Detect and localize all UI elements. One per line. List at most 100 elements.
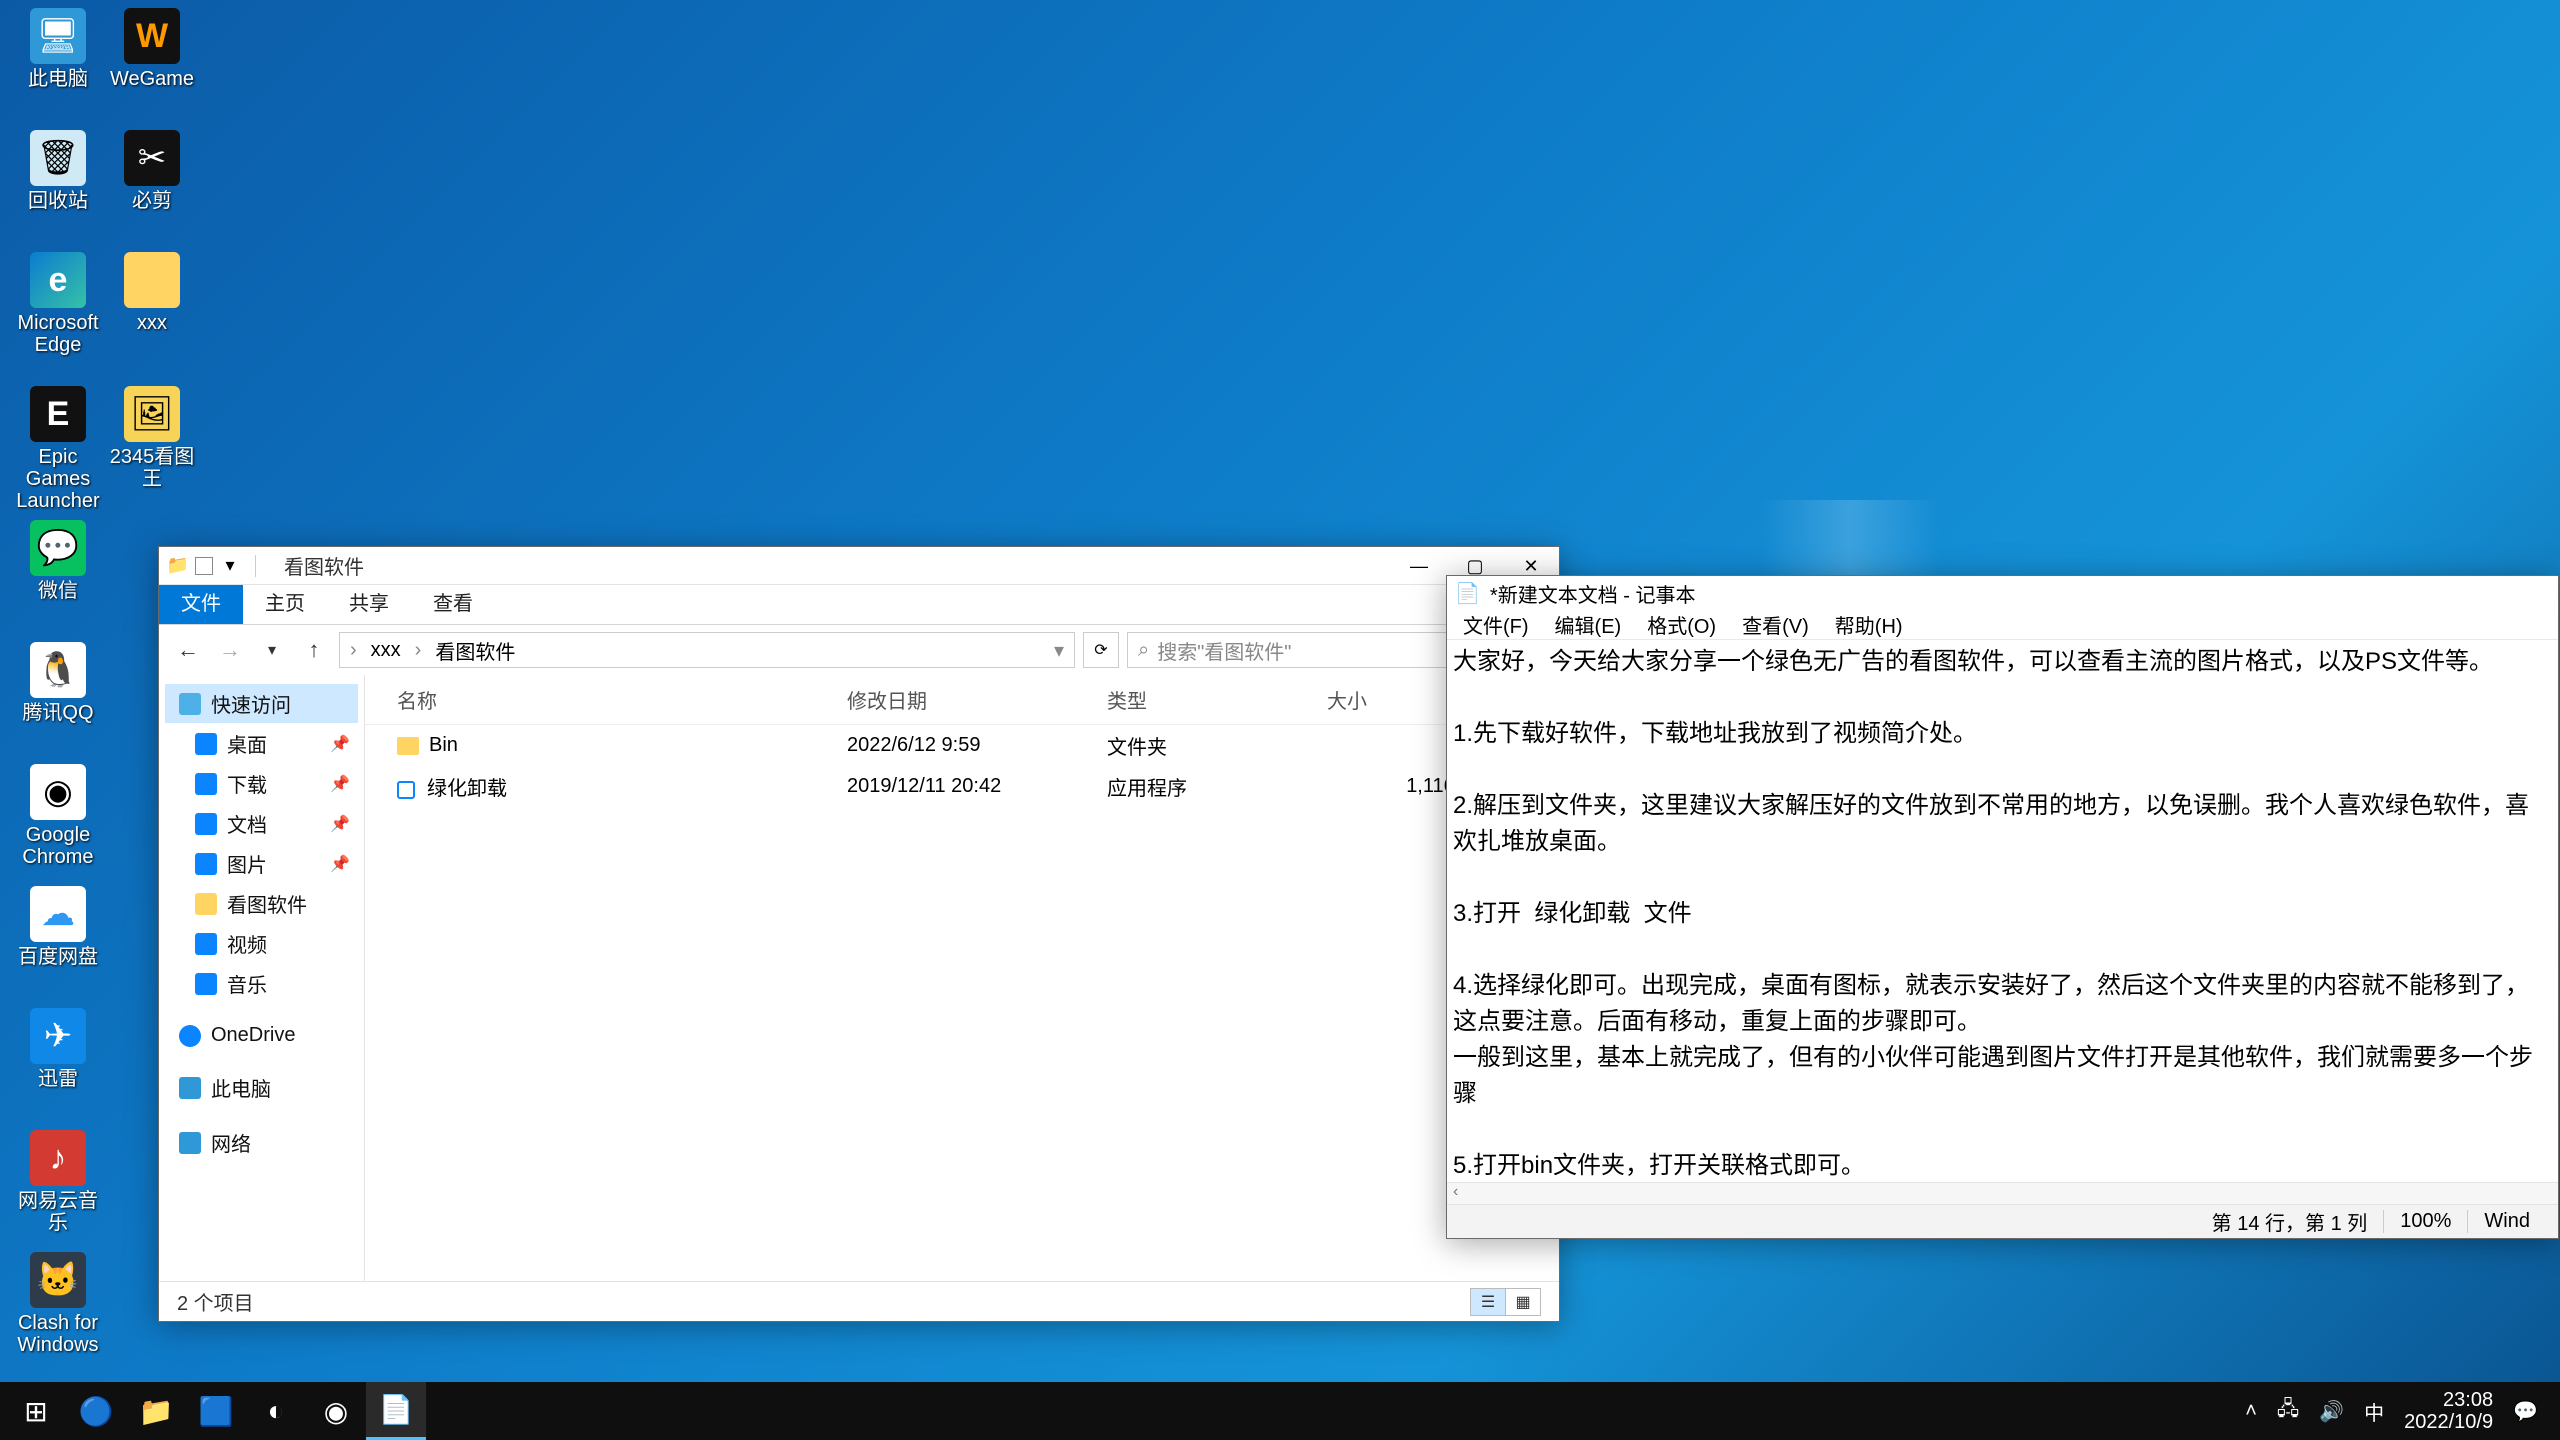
- desktop-icon-2345[interactable]: 🖼2345看图王: [108, 386, 196, 490]
- desktop-icon-epic[interactable]: EEpic Games Launcher: [14, 386, 102, 512]
- nav-folder-current[interactable]: 看图软件: [165, 884, 358, 923]
- desktop-icon-bijian[interactable]: ✂必剪: [108, 130, 196, 212]
- breadcrumb[interactable]: › xxx › 看图软件 ▾: [339, 632, 1075, 668]
- desktop-icon-qq[interactable]: 🐧腾讯QQ: [14, 642, 102, 724]
- pin-icon: 📌: [330, 774, 350, 794]
- desktop-icon-this-pc[interactable]: 🖥此电脑: [14, 8, 102, 90]
- nav-pictures[interactable]: 图片📌: [165, 844, 358, 883]
- notepad-window: 📄 *新建文本文档 - 记事本 文件(F) 编辑(E) 格式(O) 查看(V) …: [1446, 575, 2559, 1239]
- desktop-icon-netease[interactable]: ♪网易云音乐: [14, 1130, 102, 1234]
- breadcrumb-seg[interactable]: xxx: [367, 639, 405, 662]
- desktop-icon-recycle[interactable]: 🗑回收站: [14, 130, 102, 212]
- col-name[interactable]: 名称: [397, 685, 847, 714]
- nav-label: 快速访问: [211, 689, 291, 718]
- desktop-icon-baidu[interactable]: ☁ 百度网盘: [14, 886, 102, 968]
- taskbar-explorer[interactable]: 📁: [126, 1382, 186, 1440]
- tab-home[interactable]: 主页: [243, 579, 327, 624]
- cloud-icon: ☁: [30, 886, 86, 942]
- icon-label: Epic Games Launcher: [14, 446, 102, 512]
- taskbar-chrome[interactable]: ◉: [306, 1382, 366, 1440]
- download-icon: [195, 773, 217, 795]
- menu-help[interactable]: 帮助(H): [1823, 608, 1915, 641]
- forward-button[interactable]: →: [213, 633, 247, 667]
- menu-edit[interactable]: 编辑(E): [1543, 608, 1634, 641]
- clock[interactable]: 23:08 2022/10/9: [2404, 1389, 2493, 1433]
- desktop-icon-edge[interactable]: eMicrosoft Edge: [14, 252, 102, 356]
- up-button[interactable]: ↑: [297, 633, 331, 667]
- icon-label: 回收站: [14, 190, 102, 212]
- status-bar: 2 个项目 ☰ ▦: [159, 1281, 1559, 1321]
- tray-chevron-icon[interactable]: ˄: [2245, 1400, 2257, 1423]
- taskbar-feishu[interactable]: 🟦: [186, 1382, 246, 1440]
- desktop-icon-wegame[interactable]: WWeGame: [108, 8, 196, 90]
- col-date[interactable]: 修改日期: [847, 685, 1107, 714]
- refresh-button[interactable]: ⟳: [1083, 632, 1119, 668]
- tray-network-icon[interactable]: 🖧: [2277, 1394, 2299, 1428]
- taskbar-steam[interactable]: ◐: [246, 1382, 306, 1440]
- window-title: *新建文本文档 - 记事本: [1490, 579, 1696, 608]
- back-button[interactable]: ←: [171, 633, 205, 667]
- menu-view[interactable]: 查看(V): [1730, 608, 1821, 641]
- nav-label: 视频: [227, 929, 267, 958]
- history-dropdown[interactable]: ▾: [255, 633, 289, 667]
- star-icon: [179, 693, 201, 715]
- nav-quick-access[interactable]: 快速访问: [165, 684, 358, 723]
- nav-desktop[interactable]: 桌面 📌: [165, 724, 358, 763]
- nav-label: 网络: [211, 1128, 251, 1157]
- text-area[interactable]: 大家好，今天给大家分享一个绿色无广告的看图软件，可以查看主流的图片格式，以及PS…: [1447, 640, 2558, 1182]
- icon-label: 百度网盘: [14, 946, 102, 968]
- horizontal-scrollbar[interactable]: ‹: [1447, 1182, 2558, 1204]
- tab-view[interactable]: 查看: [411, 579, 495, 624]
- notification-icon[interactable]: 💬: [2513, 1399, 2538, 1424]
- view-tiles-button[interactable]: ▦: [1505, 1288, 1541, 1316]
- menu-format[interactable]: 格式(O): [1635, 608, 1728, 641]
- tab-file[interactable]: 文件: [159, 579, 243, 624]
- notepad-titlebar[interactable]: 📄 *新建文本文档 - 记事本: [1447, 576, 2558, 610]
- view-details-button[interactable]: ☰: [1470, 1288, 1506, 1316]
- separator: [255, 555, 256, 577]
- explorer-titlebar[interactable]: 📁 ▾ 看图软件 ― ▢ ✕: [159, 547, 1559, 585]
- nav-videos[interactable]: 视频: [165, 924, 358, 963]
- taskbar-edge[interactable]: 🔵: [66, 1382, 126, 1440]
- music-icon: ♪: [30, 1130, 86, 1186]
- start-button[interactable]: ⊞: [6, 1382, 66, 1440]
- quick-access-toolbar: 📁 ▾: [167, 555, 264, 577]
- icon-label: WeGame: [108, 68, 196, 90]
- desktop-icon-chrome[interactable]: ◉Google Chrome: [14, 764, 102, 868]
- nav-music[interactable]: 音乐: [165, 964, 358, 1003]
- col-type[interactable]: 类型: [1107, 685, 1327, 714]
- edge-icon: e: [30, 252, 86, 308]
- taskbar-notepad[interactable]: 📄: [366, 1382, 426, 1440]
- properties-icon[interactable]: [195, 557, 213, 575]
- pin-icon: 📌: [330, 734, 350, 754]
- desktop-icon-wechat[interactable]: 💬微信: [14, 520, 102, 602]
- qat-dropdown-icon[interactable]: ▾: [219, 555, 241, 577]
- nav-network[interactable]: 网络: [165, 1123, 358, 1162]
- list-item[interactable]: 绿化卸载 2019/12/11 20:42 应用程序 1,116 KB: [365, 766, 1559, 807]
- nav-documents[interactable]: 文档📌: [165, 804, 358, 843]
- address-bar: ← → ▾ ↑ › xxx › 看图软件 ▾ ⟳ ⌕ 搜索"看图软件": [159, 625, 1559, 675]
- cloud-icon: [179, 1025, 201, 1047]
- zoom-level: 100%: [2383, 1210, 2467, 1233]
- nav-this-pc[interactable]: 此电脑: [165, 1068, 358, 1107]
- tray-ime[interactable]: 中: [2364, 1397, 2384, 1426]
- tray-volume-icon[interactable]: 🔊: [2319, 1399, 2344, 1424]
- desktop-icon-folder-xxx[interactable]: xxx: [108, 252, 196, 334]
- nav-downloads[interactable]: 下载📌: [165, 764, 358, 803]
- editor-icon: ✂: [124, 130, 180, 186]
- file-type: 应用程序: [1107, 772, 1327, 801]
- chevron-down-icon[interactable]: ▾: [1054, 638, 1064, 663]
- menu-file[interactable]: 文件(F): [1451, 608, 1541, 641]
- nav-label: 桌面: [227, 729, 267, 758]
- breadcrumb-seg[interactable]: 看图软件: [431, 636, 519, 665]
- line-ending: Wind: [2467, 1210, 2546, 1233]
- tab-share[interactable]: 共享: [327, 579, 411, 624]
- chrome-icon: ◉: [30, 764, 86, 820]
- column-headers[interactable]: 名称 修改日期 类型 大小: [365, 675, 1559, 725]
- list-item[interactable]: Bin 2022/6/12 9:59 文件夹: [365, 725, 1559, 766]
- nav-onedrive[interactable]: OneDrive: [165, 1019, 358, 1052]
- minimize-button[interactable]: ―: [1391, 547, 1447, 585]
- desktop-icon-xunlei[interactable]: ✈迅雷: [14, 1008, 102, 1090]
- desktop-icon-clash[interactable]: 🐱Clash for Windows: [14, 1252, 102, 1356]
- video-icon: [195, 933, 217, 955]
